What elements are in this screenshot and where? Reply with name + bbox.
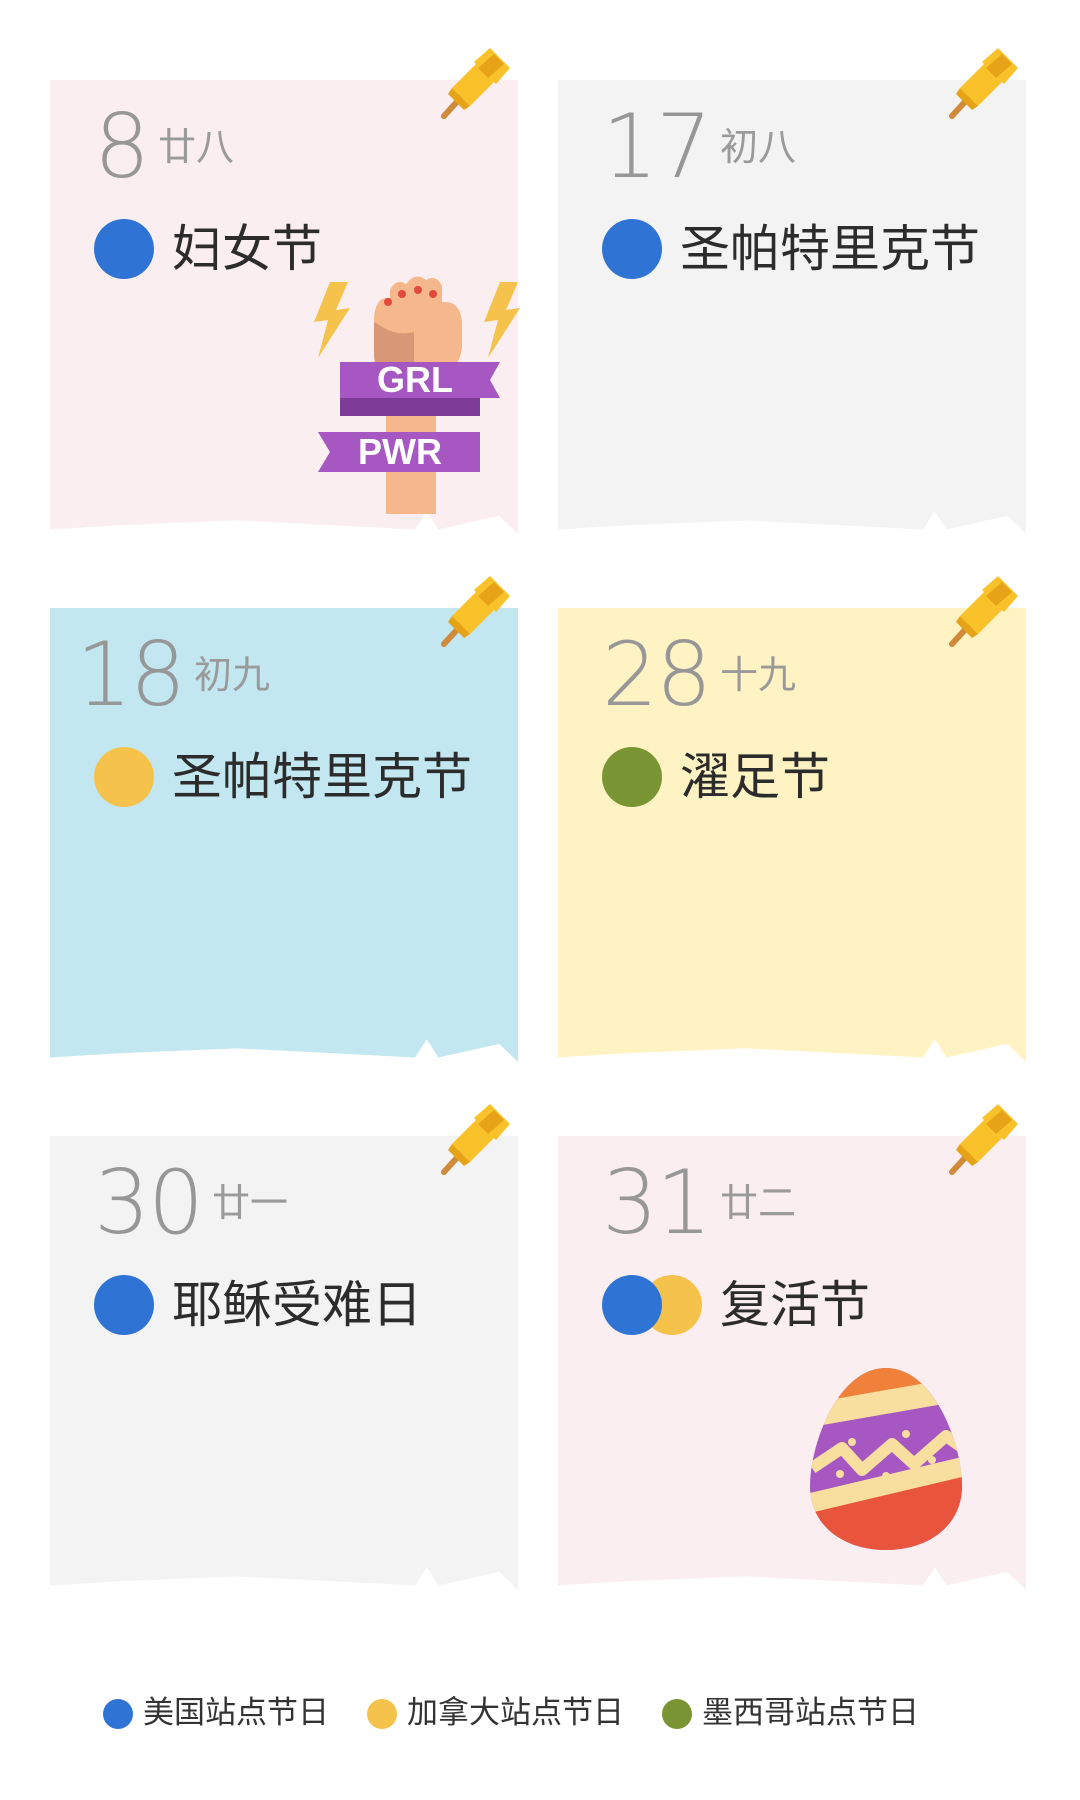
lunar-date: 廿八 (158, 125, 235, 169)
holiday-card-good-friday[interactable]: 30 廿一 耶稣受难日 (50, 1136, 518, 1590)
day-number: 18 (76, 623, 186, 726)
pushpin-icon (434, 1100, 514, 1180)
lunar-date: 初九 (193, 653, 270, 697)
date-row: 30 廿一 (94, 1158, 288, 1248)
grl-text: GRL (377, 359, 453, 400)
pushpin-icon (434, 44, 514, 124)
date-row: 8 廿八 (94, 102, 234, 192)
pwr-text: PWR (358, 431, 442, 472)
holiday-name: 复活节 (720, 1276, 870, 1334)
holiday-card-maundy-thursday[interactable]: 28 十九 濯足节 (558, 608, 1026, 1062)
date-row: 17 初八 (602, 102, 796, 192)
holiday-card-easter[interactable]: 31 廿二 复活节 (558, 1136, 1026, 1590)
date-row: 28 十九 (602, 630, 796, 720)
easter-egg-icon (810, 1368, 962, 1550)
us-site-dot (602, 1275, 662, 1335)
day-number: 8 (94, 95, 150, 198)
holiday-card-st-patricks-us[interactable]: 17 初八 圣帕特里克节 (558, 80, 1026, 534)
us-site-dot (602, 219, 662, 279)
pushpin-icon (434, 572, 514, 652)
holiday-card-womens-day[interactable]: 8 廿八 妇女节 GRL PWR (50, 80, 520, 534)
holiday-card-st-patricks-ca[interactable]: 18 初九 圣帕特里克节 (50, 608, 518, 1062)
day-number: 28 (602, 623, 712, 726)
legend: 美国站点节日 加拿大站点节日 墨西哥站点节日 (103, 1693, 957, 1733)
lunar-date: 初八 (719, 125, 796, 169)
legend-label: 美国站点节日 (143, 1695, 329, 1731)
date-row: 31 廿二 (602, 1158, 796, 1248)
lunar-date: 廿一 (211, 1181, 288, 1225)
day-number: 30 (94, 1151, 204, 1254)
legend-item-us: 美国站点节日 (103, 1693, 329, 1733)
pushpin-icon (942, 572, 1022, 652)
canada-site-dot (94, 747, 154, 807)
us-site-dot (94, 219, 154, 279)
canada-legend-dot (367, 1699, 397, 1729)
holiday-name: 耶稣受难日 (172, 1276, 422, 1334)
day-number: 17 (602, 95, 712, 198)
day-number: 31 (602, 1151, 712, 1254)
lunar-date: 十九 (719, 653, 796, 697)
us-legend-dot (103, 1699, 133, 1729)
legend-item-mexico: 墨西哥站点节日 (662, 1693, 919, 1733)
legend-label: 墨西哥站点节日 (702, 1695, 919, 1731)
mexico-legend-dot (662, 1699, 692, 1729)
lunar-date: 廿二 (719, 1181, 796, 1225)
legend-item-canada: 加拿大站点节日 (367, 1693, 624, 1733)
grl-pwr-fist-icon: GRL PWR (314, 276, 520, 514)
date-row: 18 初九 (76, 630, 270, 720)
pushpin-icon (942, 1100, 1022, 1180)
holiday-name: 圣帕特里克节 (680, 220, 980, 278)
holiday-name: 圣帕特里克节 (172, 748, 472, 806)
legend-label: 加拿大站点节日 (407, 1695, 624, 1731)
us-site-dot (94, 1275, 154, 1335)
holiday-name: 濯足节 (680, 748, 830, 806)
pushpin-icon (942, 44, 1022, 124)
mexico-site-dot (602, 747, 662, 807)
